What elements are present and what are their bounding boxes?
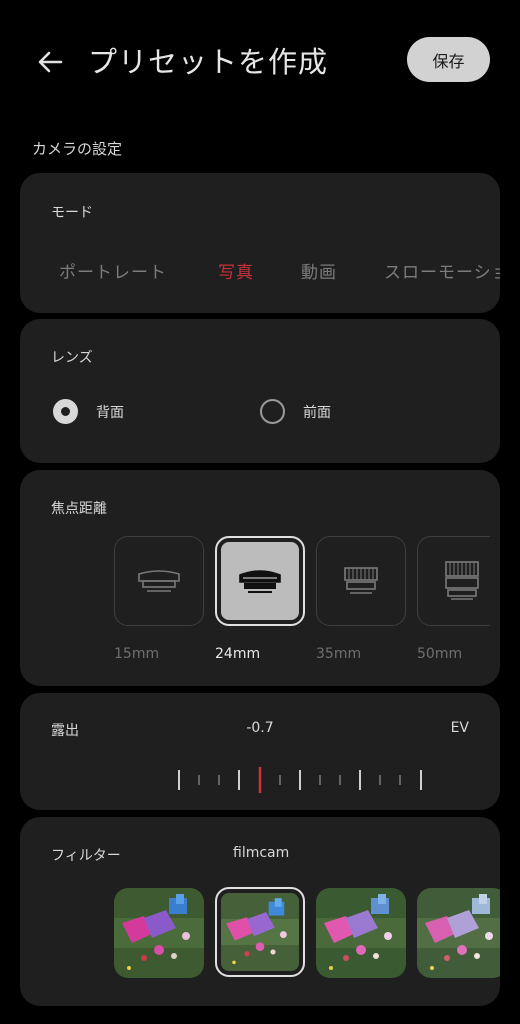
focal-option-15mm-label: 15mm bbox=[114, 646, 160, 662]
focal-option-24mm-label: 24mm bbox=[215, 646, 261, 662]
camera-settings-heading: カメラの設定 bbox=[32, 140, 123, 158]
focal-length-label: 焦点距離 bbox=[51, 501, 107, 517]
focal-option-15mm[interactable]: 15mm bbox=[114, 536, 204, 662]
lens-15mm-icon bbox=[138, 570, 180, 592]
focal-option-35mm-label: 35mm bbox=[316, 646, 362, 662]
exposure-label: 露出 bbox=[51, 723, 79, 739]
filter-name: filmcam bbox=[233, 845, 290, 861]
filter-label: フィルター bbox=[51, 848, 121, 864]
filter-preview-image bbox=[316, 888, 406, 978]
exposure-value: -0.7 bbox=[246, 720, 274, 736]
filter-thumbnail-3[interactable] bbox=[316, 888, 406, 978]
preset-screen: プリセットを作成 保存 カメラの設定 モード ポートレート 写真 動画 スローモ… bbox=[0, 0, 520, 1024]
filter-strip[interactable] bbox=[114, 885, 500, 979]
lens-card: レンズ 背面 前面 bbox=[20, 319, 500, 463]
lens-option-back-label: 背面 bbox=[96, 404, 124, 421]
exposure-unit: EV bbox=[450, 720, 469, 736]
mode-option-photo[interactable]: 写真 bbox=[218, 258, 254, 283]
mode-option-portrait[interactable]: ポートレート bbox=[59, 258, 167, 283]
mode-option-slowmo[interactable]: スローモーション bbox=[384, 258, 500, 283]
filter-card: フィルター filmcam bbox=[20, 817, 500, 1006]
exposure-card: 露出 -0.7 EV bbox=[20, 693, 500, 810]
filter-thumbnail-4[interactable] bbox=[417, 888, 500, 978]
focal-length-card: 焦点距離 15mm 24mm 35mm 50mm bbox=[20, 470, 500, 686]
lens-option-front[interactable]: 前面 bbox=[260, 399, 331, 424]
filter-preview-image bbox=[114, 888, 204, 978]
exposure-slider[interactable] bbox=[20, 765, 500, 795]
lens-35mm-icon bbox=[344, 567, 378, 594]
back-button[interactable] bbox=[26, 38, 74, 86]
back-arrow-icon bbox=[38, 51, 63, 73]
lens-label: レンズ bbox=[51, 350, 93, 366]
mode-label: モード bbox=[51, 205, 93, 221]
mode-card: モード ポートレート 写真 動画 スローモーション bbox=[20, 173, 500, 313]
filter-thumbnail-1[interactable] bbox=[114, 888, 204, 978]
filter-preview-image bbox=[221, 893, 299, 971]
focal-option-24mm[interactable]: 24mm bbox=[215, 536, 305, 662]
filter-thumbnail-2-selected[interactable] bbox=[215, 887, 305, 977]
lens-option-back[interactable]: 背面 bbox=[53, 399, 124, 424]
save-button[interactable]: 保存 bbox=[407, 37, 490, 82]
exposure-tick-marks bbox=[178, 767, 422, 793]
radio-unchecked-icon bbox=[260, 399, 285, 424]
lens-24mm-icon bbox=[239, 570, 281, 593]
radio-checked-icon bbox=[53, 399, 78, 424]
mode-selector[interactable]: ポートレート 写真 動画 スローモーション bbox=[20, 258, 500, 284]
lens-option-front-label: 前面 bbox=[303, 404, 331, 421]
focal-length-strip[interactable]: 15mm 24mm 35mm 50mm bbox=[114, 536, 490, 666]
focal-option-35mm[interactable]: 35mm bbox=[316, 536, 406, 662]
page-title: プリセットを作成 bbox=[88, 45, 329, 79]
filter-preview-image bbox=[417, 888, 500, 978]
mode-option-video[interactable]: 動画 bbox=[301, 258, 337, 283]
focal-option-50mm[interactable]: 50mm bbox=[417, 536, 490, 662]
lens-50mm-icon bbox=[445, 561, 479, 600]
focal-option-50mm-label: 50mm bbox=[417, 646, 463, 662]
